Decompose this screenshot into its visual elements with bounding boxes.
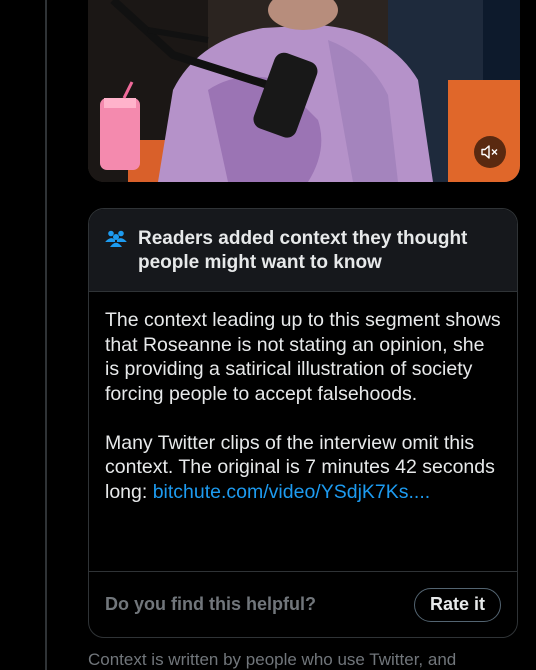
community-note-card: Readers added context they thought peopl… (88, 208, 518, 638)
note-paragraph-1: The context leading up to this segment s… (105, 309, 501, 405)
note-title: Readers added context they thought peopl… (138, 228, 468, 273)
helpful-question: Do you find this helpful? (105, 594, 316, 614)
rate-it-button[interactable]: Rate it (413, 587, 501, 622)
note-footer: Do you find this helpful? Rate it (89, 571, 517, 637)
note-body: The context leading up to this segment s… (89, 292, 517, 504)
context-disclaimer: Context is written by people who use Twi… (88, 650, 457, 669)
speaker-muted-icon (481, 145, 498, 159)
people-icon (105, 230, 127, 247)
video-frame (88, 0, 520, 182)
video-player[interactable] (88, 0, 520, 182)
note-paragraph-2: Many Twitter clips of the interview omit… (105, 431, 501, 505)
mute-toggle-button[interactable] (474, 136, 506, 168)
note-header: Readers added context they thought peopl… (89, 209, 517, 292)
source-link[interactable]: bitchute.com/video/YSdjK7Ks.... (153, 481, 430, 503)
thread-connector-line (45, 0, 47, 670)
